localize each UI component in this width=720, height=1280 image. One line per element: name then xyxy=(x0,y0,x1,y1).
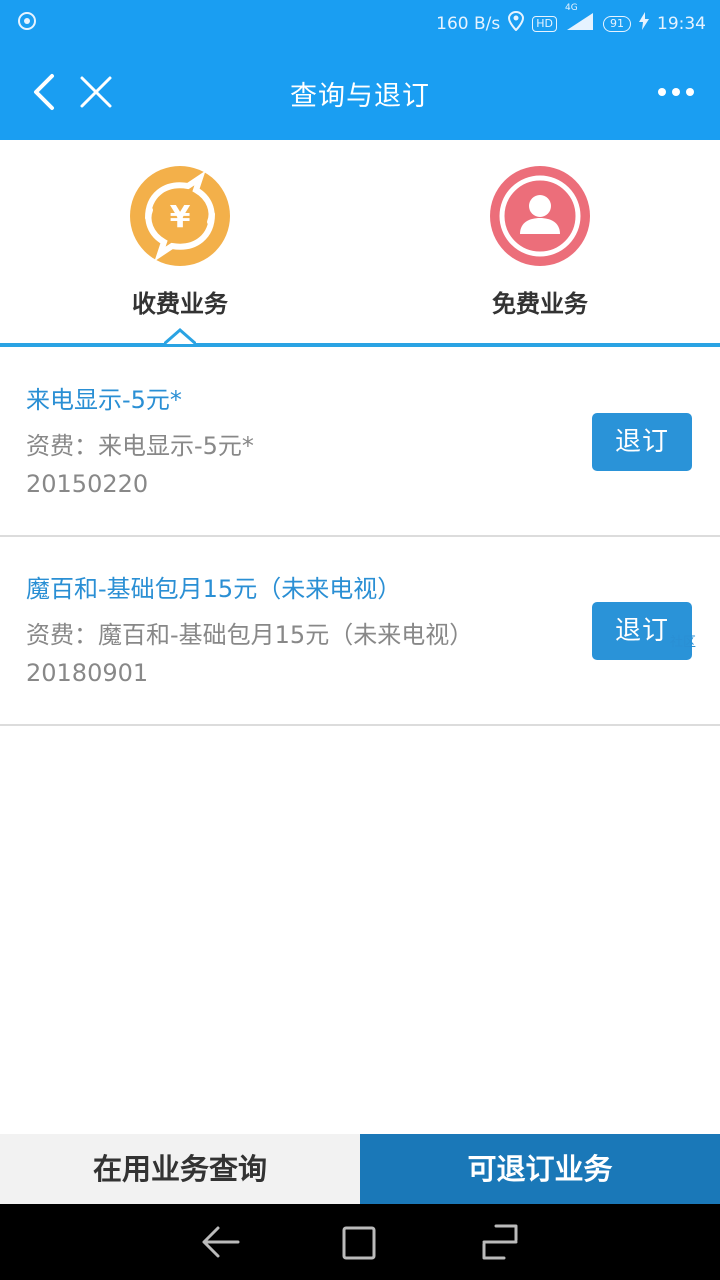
service-name[interactable]: 魔百和-基础包月15元（未来电视） xyxy=(26,569,401,604)
tab-in-use-query[interactable]: 在用业务查询 xyxy=(0,1134,360,1204)
network-type: 4G xyxy=(565,3,578,13)
location-icon xyxy=(508,10,525,36)
hd-badge: HD xyxy=(532,15,557,32)
status-bar: 160 B/s HD 4G 91 19:34 xyxy=(0,0,720,44)
list-item: 来电显示-5元* 资费：来电显示-5元* 20150220 退订 xyxy=(0,348,720,537)
page-title: 查询与退订 xyxy=(290,81,430,112)
service-fee: 资费：来电显示-5元* xyxy=(26,432,254,460)
title-bar: 查询与退订 xyxy=(0,44,720,140)
system-nav-bar xyxy=(0,1204,720,1280)
category-tabs: ¥ 收费业务 免费业务 xyxy=(0,140,720,348)
floating-community-badge[interactable]: 社区 xyxy=(670,631,696,650)
nav-back-button[interactable] xyxy=(200,1222,240,1262)
tab-free-label: 免费业务 xyxy=(492,290,588,318)
service-date: 20150220 xyxy=(26,470,149,498)
tab-paid-services[interactable]: ¥ 收费业务 xyxy=(0,140,360,340)
network-speed: 160 B/s xyxy=(436,13,501,34)
more-dots-icon xyxy=(658,88,694,96)
active-tab-indicator xyxy=(164,328,196,346)
tab-underline xyxy=(0,343,720,347)
battery-indicator: 91 xyxy=(603,15,631,32)
more-button[interactable] xyxy=(656,84,696,98)
unsubscribe-button[interactable]: 退订 xyxy=(592,413,692,471)
paid-service-icon: ¥ xyxy=(130,166,230,266)
service-fee: 资费：魔百和-基础包月15元（未来电视） xyxy=(26,621,474,649)
tab-free-services[interactable]: 免费业务 xyxy=(360,140,720,340)
app-notification-icon xyxy=(16,10,38,37)
nav-recents-icon xyxy=(482,1224,518,1260)
svg-text:¥: ¥ xyxy=(170,200,191,235)
tab-cancellable-services[interactable]: 可退订业务 xyxy=(360,1134,720,1204)
service-name[interactable]: 来电显示-5元* xyxy=(26,380,182,415)
nav-back-icon xyxy=(202,1226,240,1258)
nav-home-button[interactable] xyxy=(340,1222,380,1262)
clock: 19:34 xyxy=(657,13,706,34)
service-list: 来电显示-5元* 资费：来电显示-5元* 20150220 退订 魔百和-基础包… xyxy=(0,348,720,726)
nav-home-icon xyxy=(342,1226,376,1260)
bottom-tabs: 在用业务查询 可退订业务 xyxy=(0,1134,720,1204)
tab-paid-label: 收费业务 xyxy=(132,290,228,318)
charging-icon xyxy=(639,12,649,35)
free-service-icon xyxy=(490,166,590,266)
signal-icon: 4G xyxy=(565,3,595,36)
list-item: 魔百和-基础包月15元（未来电视） 资费：魔百和-基础包月15元（未来电视） 2… xyxy=(0,537,720,726)
nav-recents-button[interactable] xyxy=(480,1222,520,1262)
service-date: 20180901 xyxy=(26,659,149,687)
